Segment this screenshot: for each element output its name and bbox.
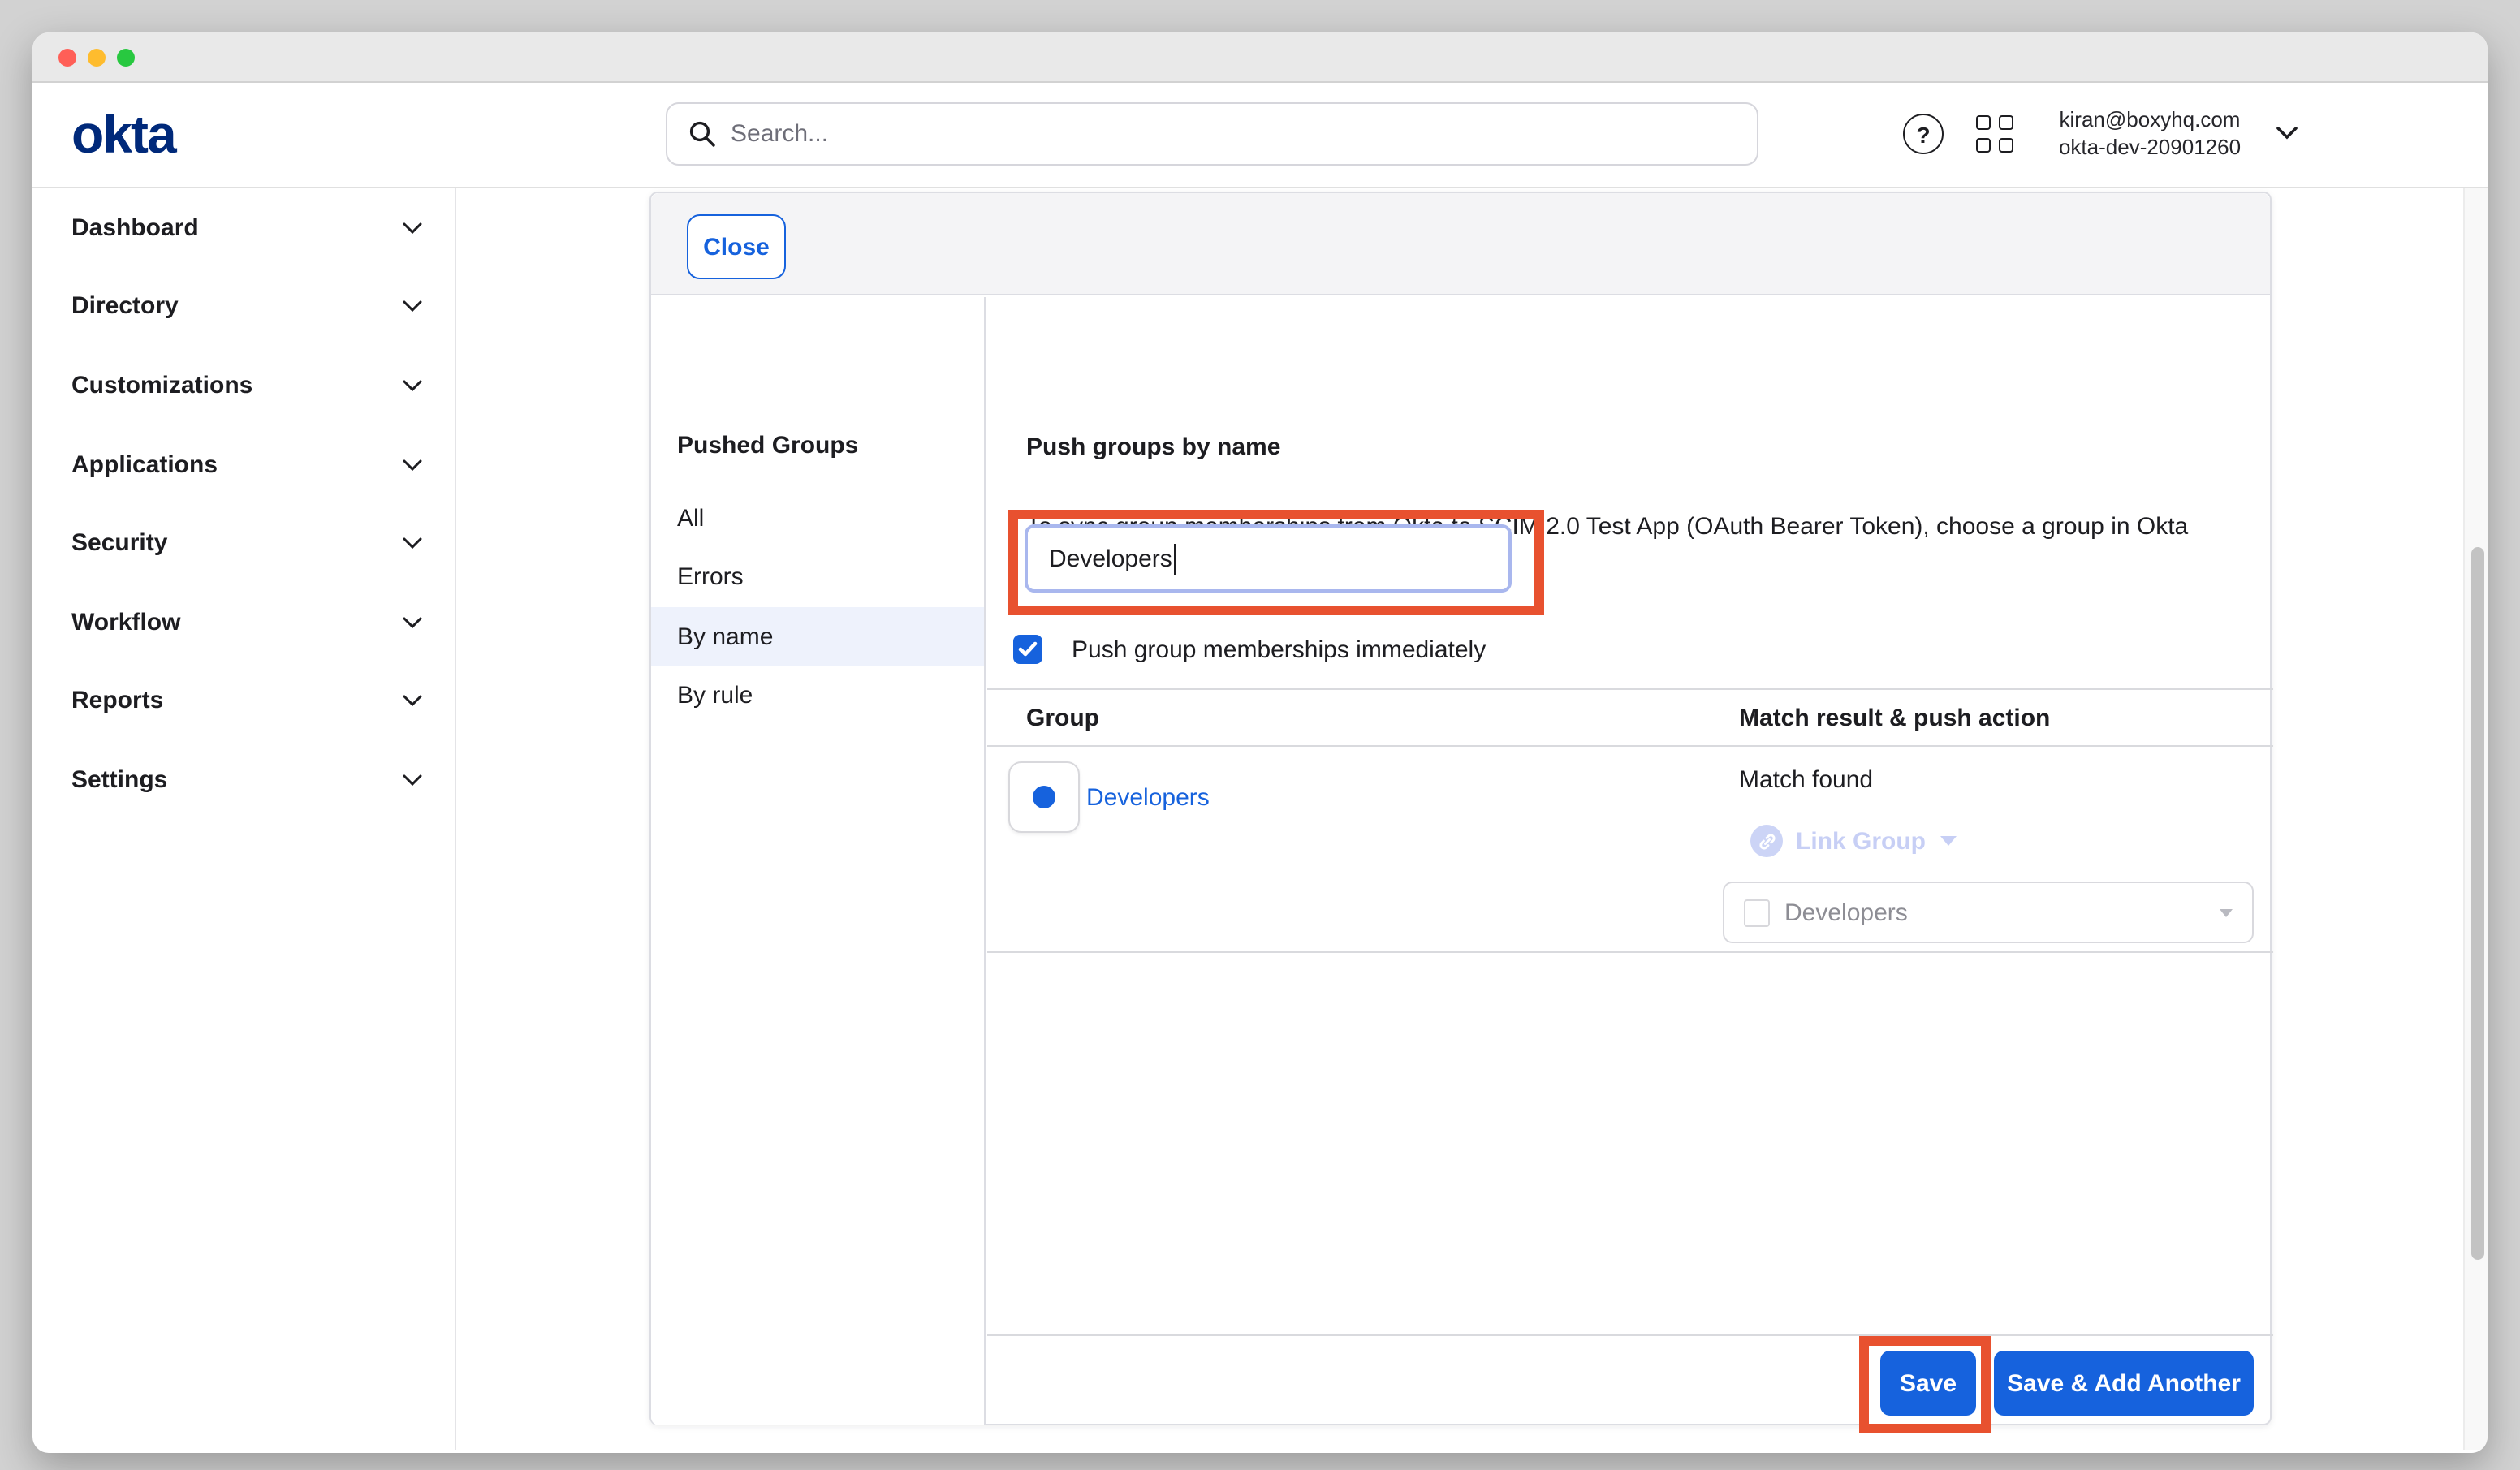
search-icon [688, 120, 716, 148]
check-icon [1018, 641, 1038, 657]
sidebar-item-reports[interactable]: Reports [32, 662, 455, 740]
panel-header: Close [651, 193, 2270, 295]
chevron-down-icon [403, 222, 422, 234]
column-header-match: Match result & push action [1739, 705, 2050, 732]
sidebar-item-dashboard[interactable]: Dashboard [32, 188, 455, 267]
chevron-down-icon[interactable] [2276, 127, 2298, 140]
save-add-another-button[interactable]: Save & Add Another [1994, 1351, 2254, 1416]
chevron-down-icon [403, 774, 422, 786]
link-group-button[interactable]: Link Group [1750, 825, 1957, 857]
browser-window: okta ? kiran@boxyhq.com okta-dev-2090126… [32, 32, 2488, 1453]
pushed-groups-title: Pushed Groups [677, 432, 858, 459]
form-heading: Push groups by name [1026, 433, 1280, 461]
chevron-down-icon [403, 537, 422, 549]
chevron-down-icon [403, 459, 422, 470]
dropdown-caret-icon [2220, 908, 2233, 916]
section-divider [987, 688, 2273, 690]
top-nav: okta ? kiran@boxyhq.com okta-dev-2090126… [32, 83, 2488, 188]
sidebar-item-settings[interactable]: Settings [32, 740, 455, 819]
window-minimize-button[interactable] [88, 49, 106, 67]
tab-by-rule[interactable]: By rule [651, 666, 984, 725]
app-group-select[interactable]: Developers [1723, 882, 2254, 943]
column-header-group: Group [1026, 705, 1099, 732]
save-button[interactable]: Save [1880, 1351, 1976, 1416]
tab-all[interactable]: All [651, 489, 984, 547]
apps-grid-icon[interactable] [1976, 115, 2013, 153]
push-immediately-label: Push group memberships immediately [1072, 636, 1486, 664]
link-group-caret-icon [1940, 836, 1957, 846]
sidebar: Dashboard Directory Customizations Appli… [32, 188, 455, 820]
group-name-link[interactable]: Developers [1086, 784, 1210, 812]
chevron-down-icon [403, 617, 422, 628]
sidebar-item-applications[interactable]: Applications [32, 425, 455, 504]
sidebar-item-directory[interactable]: Directory [32, 267, 455, 346]
tab-by-name[interactable]: By name [651, 607, 984, 666]
link-icon [1750, 825, 1783, 857]
scrollbar-track[interactable] [2463, 188, 2488, 1450]
account-menu[interactable]: kiran@boxyhq.com okta-dev-20901260 [2043, 106, 2257, 161]
pushed-groups-nav: Pushed Groups All Errors By name By rule [651, 297, 986, 1425]
window-titlebar [32, 32, 2488, 83]
search-input[interactable] [731, 120, 1705, 148]
chevron-down-icon [403, 696, 422, 707]
sidebar-divider [455, 188, 456, 1450]
link-group-label: Link Group [1796, 827, 1926, 855]
global-search[interactable] [666, 102, 1758, 166]
account-email: kiran@boxyhq.com [2043, 106, 2257, 133]
table-row-divider [987, 951, 2273, 953]
okta-logo: okta [71, 104, 175, 166]
text-cursor [1174, 543, 1176, 574]
table-header-divider [987, 745, 2273, 747]
app-group-value: Developers [1784, 899, 2220, 926]
window-close-button[interactable] [58, 49, 76, 67]
pushed-groups-panel: Close Pushed Groups All Errors By name B… [649, 192, 2272, 1425]
sidebar-item-workflow[interactable]: Workflow [32, 583, 455, 662]
account-org: okta-dev-20901260 [2043, 133, 2257, 161]
push-by-name-form: Push groups by name To sync group member… [987, 297, 2273, 1425]
push-immediately-checkbox[interactable] [1013, 635, 1042, 664]
group-name-value: Developers [1049, 545, 1172, 572]
desktop: okta ? kiran@boxyhq.com okta-dev-2090126… [0, 0, 2520, 1470]
help-icon[interactable]: ? [1903, 114, 1944, 154]
scrollbar-thumb[interactable] [2470, 547, 2483, 1260]
group-name-input[interactable]: Developers [1025, 524, 1512, 593]
sidebar-item-customizations[interactable]: Customizations [32, 346, 455, 425]
app-group-icon [1744, 899, 1770, 926]
match-status: Match found [1739, 766, 1873, 794]
sidebar-item-security[interactable]: Security [32, 504, 455, 583]
window-zoom-button[interactable] [117, 49, 135, 67]
group-avatar [1008, 761, 1080, 833]
footer-divider [987, 1334, 2273, 1336]
close-button[interactable]: Close [687, 214, 786, 279]
tab-errors[interactable]: Errors [651, 548, 984, 606]
chevron-down-icon [403, 301, 422, 313]
group-icon [1033, 786, 1055, 808]
chevron-down-icon [403, 380, 422, 391]
